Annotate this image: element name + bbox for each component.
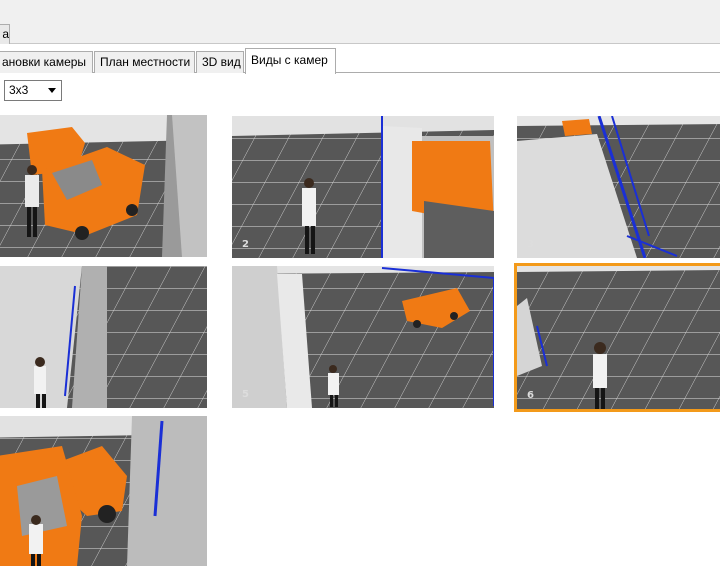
tab-3d-view[interactable]: 3D вид bbox=[196, 51, 244, 73]
layout-select-value: 3x3 bbox=[9, 83, 29, 97]
camera-number: 6 bbox=[527, 390, 534, 401]
camera-view-3[interactable]: 3 bbox=[517, 116, 720, 258]
camera-view-6-scene bbox=[517, 266, 720, 409]
camera-view-2[interactable]: 2 bbox=[232, 116, 494, 258]
camera-view-4[interactable] bbox=[0, 266, 207, 408]
tab-camera-views[interactable]: Виды с камер bbox=[245, 48, 336, 74]
layout-select[interactable]: 3x3 bbox=[4, 80, 62, 101]
toolbar: а bbox=[0, 0, 720, 44]
camera-number: 3 bbox=[527, 239, 534, 250]
camera-view-7-scene bbox=[0, 416, 207, 566]
tab-strip: ановки камеры План местности 3D вид Виды… bbox=[0, 44, 720, 74]
camera-number: 2 bbox=[242, 239, 249, 250]
tab-site-plan[interactable]: План местности bbox=[94, 51, 195, 73]
tab-camera-settings[interactable]: ановки камеры bbox=[0, 51, 93, 73]
camera-view-2-scene bbox=[232, 116, 494, 258]
camera-view-5-scene bbox=[232, 266, 494, 408]
camera-number: 5 bbox=[242, 389, 249, 400]
camera-view-1-scene bbox=[0, 115, 207, 257]
camera-view-7[interactable] bbox=[0, 416, 207, 566]
camera-view-5[interactable]: 5 bbox=[232, 266, 494, 408]
camera-view-3-scene bbox=[517, 116, 720, 258]
camera-view-4-scene bbox=[0, 266, 207, 408]
camera-view-6[interactable]: 6 bbox=[514, 263, 720, 412]
chevron-down-icon bbox=[48, 88, 56, 93]
camera-view-1[interactable] bbox=[0, 115, 207, 257]
window-menu-button[interactable]: а bbox=[0, 24, 10, 44]
